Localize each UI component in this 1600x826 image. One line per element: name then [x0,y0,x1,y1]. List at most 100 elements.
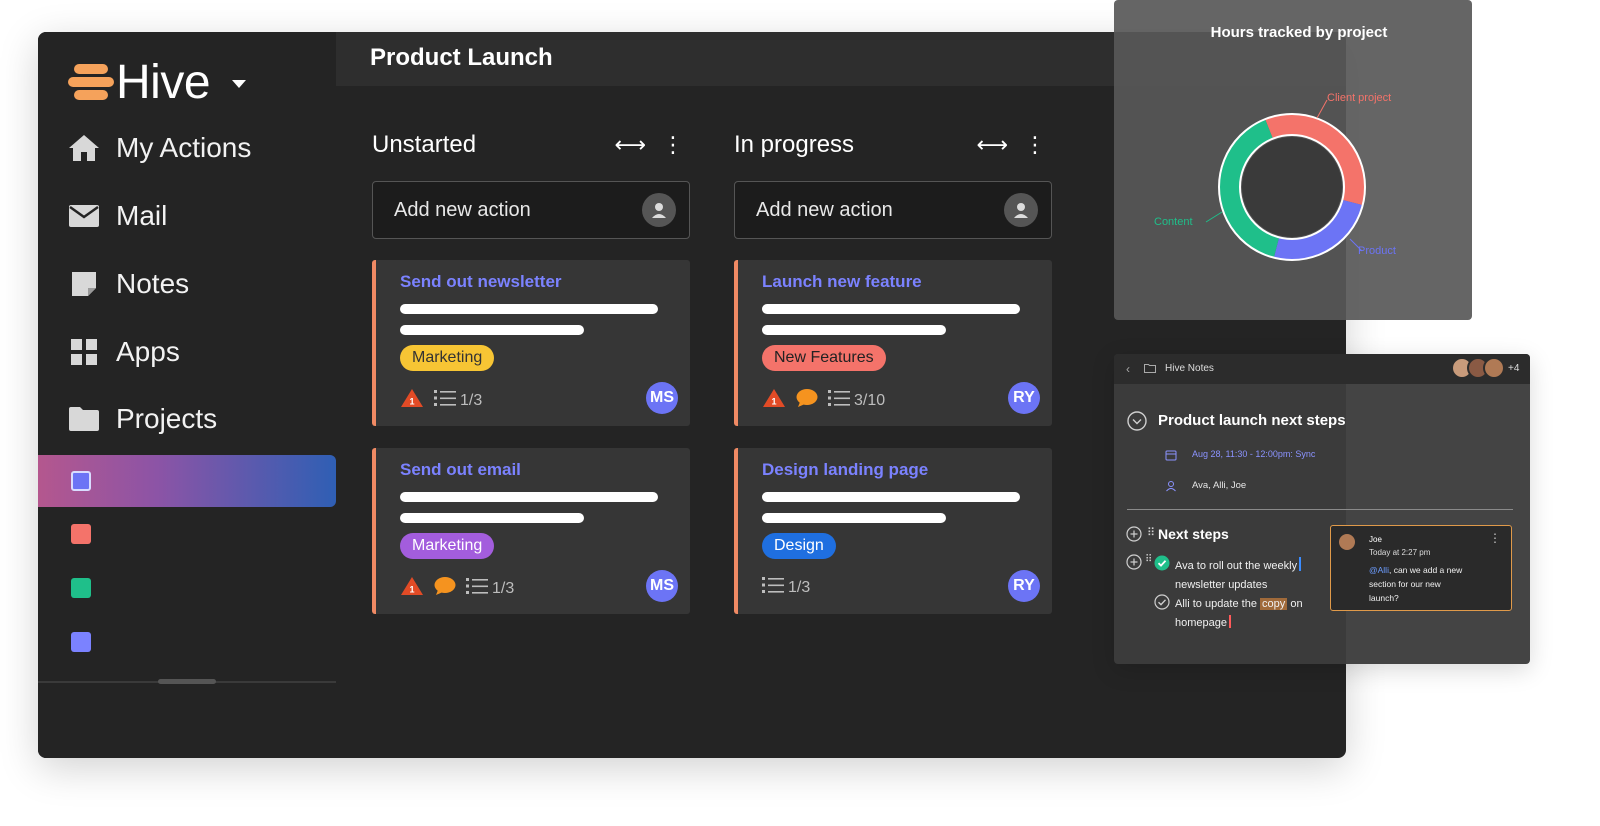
hive-notes-panel: ‹ Hive Notes +4 Product launch next step… [1114,354,1530,664]
svg-text:1: 1 [771,397,776,407]
cursor-marker-blue [1299,557,1302,571]
task-card[interactable]: Send out newsletter Marketing 1 1/3 MS [372,260,690,426]
text-placeholder-line [762,325,946,335]
assignee-avatar[interactable]: MS [646,382,678,414]
sidebar-item-projects[interactable]: Projects [68,399,217,439]
checklist-icon [762,576,784,599]
avatar [1483,357,1505,379]
collapse-circle-icon[interactable] [1127,411,1147,436]
drag-handle-icon[interactable]: ⠿ [1147,526,1155,539]
card-title: Send out newsletter [400,272,562,291]
mention[interactable]: @Alli [1369,565,1389,575]
assignee-avatar[interactable]: RY [1008,382,1040,414]
stage: Hive My Actions Mail Notes Apps Projects… [0,0,1600,826]
add-block-icon[interactable] [1126,526,1142,547]
task-card[interactable]: Launch new feature New Features 1 3/10 R… [734,260,1052,426]
drag-handle-icon[interactable]: ⠿ [1145,554,1152,565]
project-item[interactable] [38,616,336,668]
svg-text:1: 1 [409,585,414,595]
text-placeholder-line [762,513,946,523]
comment-time: Today at 2:27 pm [1369,548,1431,557]
add-action-input[interactable]: Add new action [372,181,690,239]
person-icon [1165,479,1177,497]
highlighted-word[interactable]: copy [1260,598,1288,610]
project-color-square [71,578,91,598]
calendar-icon [1165,448,1177,466]
board-column-in-progress: In progress ⟷ ⋮ Add new action [734,128,1052,239]
note-icon [68,268,100,300]
column-title: In progress [734,131,855,158]
task-open-check-icon[interactable] [1154,594,1170,615]
checklist-icon [466,577,488,600]
section-heading: Next steps [1158,526,1229,542]
checklist-count: 3/10 [854,391,886,409]
back-chevron-icon[interactable]: ‹ [1126,362,1130,376]
slice-label-content: Content [1154,216,1193,228]
comment-popup[interactable]: Joe Today at 2:27 pm ⋮ @Alli, can we add… [1330,525,1512,611]
more-vertical-icon[interactable]: ⋮ [662,132,684,158]
warning-icon: 1 [400,388,424,413]
project-item[interactable] [38,562,336,614]
checklist-icon [828,389,850,412]
commenter-avatar [1339,534,1355,550]
project-color-square [71,471,91,491]
assignee-avatar[interactable]: RY [1008,570,1040,602]
text-placeholder-line [400,325,584,335]
task-card[interactable]: Send out email Marketing 1 1/3 MS [372,448,690,614]
sidebar-item-label: Mail [116,200,168,231]
sidebar-item-apps[interactable]: Apps [68,332,180,372]
home-icon [68,132,100,164]
donut-chart: Client project Product Content [1154,92,1396,261]
add-action-input[interactable]: Add new action [734,181,1052,239]
cursor-marker-red [1229,615,1231,628]
sidebar-item-mail[interactable]: Mail [68,196,167,236]
project-item[interactable] [38,508,336,560]
donut-hole [1242,137,1342,237]
comment-text: @Alli, can we add a new section for our … [1369,565,1463,603]
comment-author: Joe [1369,535,1382,544]
svg-text:1: 1 [409,397,414,407]
sidebar-item-my-actions[interactable]: My Actions [68,128,251,168]
task-done-check-icon[interactable] [1154,555,1170,576]
page-title: Product Launch [370,44,553,71]
expand-arrows-icon[interactable]: ⟷ [976,132,1008,158]
card-title: Design landing page [762,460,929,479]
caret-down-icon[interactable] [232,80,247,88]
sidebar-item-label: Notes [116,268,190,299]
user-placeholder-icon[interactable] [642,193,676,227]
leader-line-content [1205,211,1223,223]
text-placeholder-line [400,492,658,502]
sidebar-item-notes[interactable]: Notes [68,264,189,304]
doc-title: Product launch next steps [1158,412,1346,429]
sidebar-resize-handle[interactable] [158,679,216,684]
attendees: Ava, Alli, Joe [1192,480,1247,491]
project-item-active[interactable] [38,455,336,507]
task-text: Alli to update the copy on homepage [1175,598,1303,629]
folder-icon [1144,363,1156,376]
label-tag[interactable]: Marketing [400,345,495,371]
user-placeholder-icon[interactable] [1004,193,1038,227]
expand-arrows-icon[interactable]: ⟷ [614,132,646,158]
more-vertical-icon[interactable]: ⋮ [1489,531,1501,545]
label-tag[interactable]: New Features [762,345,886,371]
add-block-icon[interactable] [1126,554,1142,575]
meeting-link[interactable]: Aug 28, 11:30 - 12:00pm: Sync [1192,449,1315,459]
sidebar-item-label: Projects [116,403,218,434]
label-tag[interactable]: Marketing [400,533,495,559]
assignee-avatar[interactable]: MS [646,570,678,602]
apps-grid-icon [68,336,100,368]
warning-icon: 1 [762,388,786,413]
checklist-count: 1/3 [460,391,483,409]
hours-chart-panel: Hours tracked by project Client project … [1114,0,1472,320]
extra-participants-count[interactable]: +4 [1508,363,1519,374]
slice-label-client-project: Client project [1327,92,1391,104]
participant-avatars[interactable] [1451,357,1505,379]
hive-logo-icon [68,62,114,102]
card-title: Launch new feature [762,272,922,291]
task-card[interactable]: Design landing page Design 1/3 RY [734,448,1052,614]
more-vertical-icon[interactable]: ⋮ [1024,132,1046,158]
text-placeholder-line [762,492,1020,502]
brand-menu[interactable]: Hive [68,54,247,110]
text-placeholder-line [762,304,1020,314]
label-tag[interactable]: Design [762,533,836,559]
